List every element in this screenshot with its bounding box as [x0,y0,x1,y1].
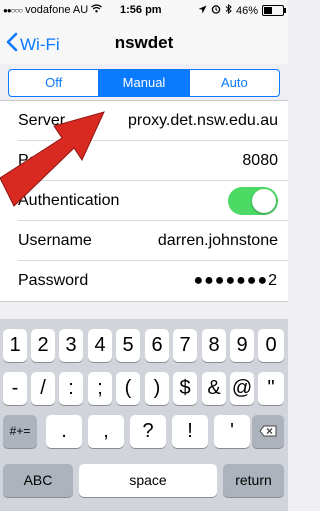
delete-key[interactable] [252,415,284,448]
key-close-paren[interactable]: ) [145,372,169,405]
port-field[interactable]: 8080 [242,152,278,170]
key-1[interactable]: 1 [3,329,27,362]
segment-off[interactable]: Off [9,70,98,96]
key-7[interactable]: 7 [173,329,197,362]
key-semicolon[interactable]: ; [88,372,112,405]
navigation-bar: Wi-Fi nswdet [0,20,288,64]
signal-dots-icon: ●●○○○ [3,5,23,15]
key-quote[interactable]: " [258,372,284,405]
status-right: 46% [198,3,286,17]
space-key[interactable]: space [79,464,217,497]
username-label: Username [18,232,92,249]
key-4[interactable]: 4 [88,329,112,362]
status-bar: ●●○○○ vodafone AU 1:56 pm 46% [0,0,288,20]
server-field[interactable]: proxy.det.nsw.edu.au [128,112,278,130]
symbols-toggle-key[interactable]: #+= [3,415,37,448]
status-left: ●●○○○ vodafone AU [3,4,103,16]
key-period[interactable]: . [46,415,82,448]
server-row[interactable]: Server proxy.det.nsw.edu.au [0,101,288,141]
username-row[interactable]: Username darren.johnstone [0,221,288,261]
bluetooth-icon [225,3,232,17]
carrier-name: vodafone AU [25,4,89,16]
key-9[interactable]: 9 [230,329,254,362]
key-2[interactable]: 2 [31,329,55,362]
page-title: nswdet [114,33,174,52]
key-apostrophe[interactable]: ' [214,415,250,448]
return-key[interactable]: return [223,464,284,497]
port-row[interactable]: Port 8080 [0,141,288,181]
key-dollar[interactable]: $ [173,372,197,405]
password-row[interactable]: Password ●●●●●●●2 [0,261,288,301]
location-arrow-icon [198,5,207,17]
password-label: Password [18,272,89,289]
password-field[interactable]: ●●●●●●●2 [193,272,278,290]
username-field[interactable]: darren.johnstone [158,232,278,250]
backspace-icon [259,424,277,440]
proxy-settings-list: Server proxy.det.nsw.edu.au Port 8080 Au… [0,100,288,302]
server-label: Server [18,112,66,129]
key-hyphen[interactable]: - [3,372,27,405]
authentication-toggle[interactable] [228,187,278,215]
key-8[interactable]: 8 [202,329,226,362]
wifi-icon [91,4,103,16]
http-proxy-segmented-control: Off Manual Auto [8,69,280,97]
battery-icon [262,5,286,16]
numeric-keyboard: 1 2 3 4 5 6 7 8 9 0 - / : ; ( ) $ & @ " … [0,319,288,511]
key-at[interactable]: @ [230,372,254,405]
key-5[interactable]: 5 [116,329,140,362]
key-slash[interactable]: / [31,372,55,405]
key-exclamation[interactable]: ! [172,415,208,448]
key-colon[interactable]: : [59,372,83,405]
key-comma[interactable]: , [88,415,124,448]
battery-percent: 46% [235,4,258,17]
key-3[interactable]: 3 [59,329,83,362]
battery-fill [264,7,272,14]
port-label: Port [18,152,48,169]
key-open-paren[interactable]: ( [116,372,140,405]
key-question[interactable]: ? [130,415,166,448]
authentication-row: Authentication [0,181,288,221]
segment-manual[interactable]: Manual [98,70,189,96]
alarm-icon [211,4,221,17]
segment-auto[interactable]: Auto [188,70,279,96]
toggle-knob [252,189,276,213]
status-time: 1:56 pm [120,4,162,16]
authentication-label: Authentication [18,192,120,209]
key-6[interactable]: 6 [145,329,169,362]
abc-key[interactable]: ABC [3,464,73,497]
key-ampersand[interactable]: & [202,372,226,405]
key-0[interactable]: 0 [258,329,284,362]
